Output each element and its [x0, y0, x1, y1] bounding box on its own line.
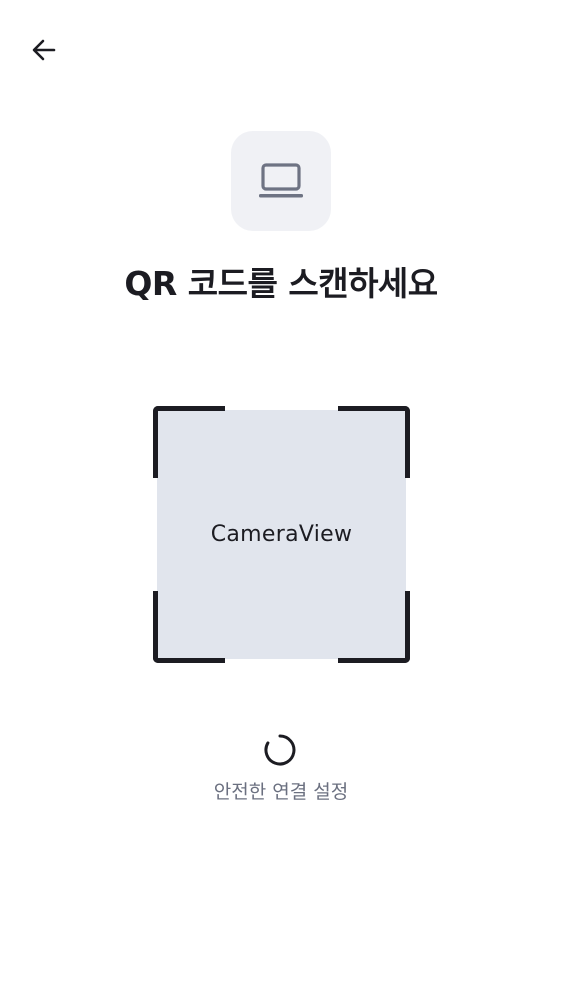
qr-scanner[interactable]: CameraView [153, 406, 410, 663]
status-text: 안전한 연결 설정 [213, 781, 349, 803]
device-badge [231, 131, 331, 231]
camera-view-label: CameraView [210, 522, 353, 547]
scanner-corner-bottom-right [338, 591, 410, 663]
arrow-left-icon [32, 39, 56, 61]
scanner-corner-bottom-left [153, 591, 225, 663]
page-title: QR 코드를 스캔하세요 [124, 264, 438, 303]
back-button[interactable] [24, 30, 64, 70]
loading-spinner-icon [264, 734, 296, 766]
laptop-icon [259, 163, 303, 198]
scanner-corner-top-left [153, 406, 225, 478]
scanner-corner-top-right [338, 406, 410, 478]
